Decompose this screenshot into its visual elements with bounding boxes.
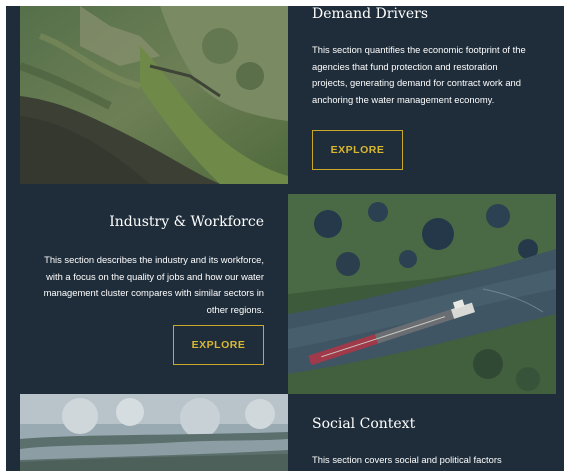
explore-demand-drivers-button[interactable]: EXPLORE [312,130,403,170]
page-container: Demand Drivers This section quantifies t… [6,6,564,471]
section-title-industry-workforce: Industry & Workforce [109,214,264,230]
section-body-demand-drivers: This section quantifies the economic foo… [312,44,526,105]
section-body-industry-workforce: This section describes the industry and … [43,254,264,315]
section-title-demand-drivers: Demand Drivers [312,6,429,22]
landscape-aerial-illustration [20,394,288,471]
explore-industry-workforce-button[interactable]: EXPLORE [173,325,264,365]
demand-drivers-image [20,6,288,184]
section-body-social-context: This section covers social and political… [312,454,502,465]
section-title-social-context: Social Context [312,416,416,432]
industry-workforce-image [288,194,556,394]
social-context-image [20,394,288,471]
marsh-aerial-illustration [20,6,288,184]
barge-aerial-illustration [288,194,556,394]
